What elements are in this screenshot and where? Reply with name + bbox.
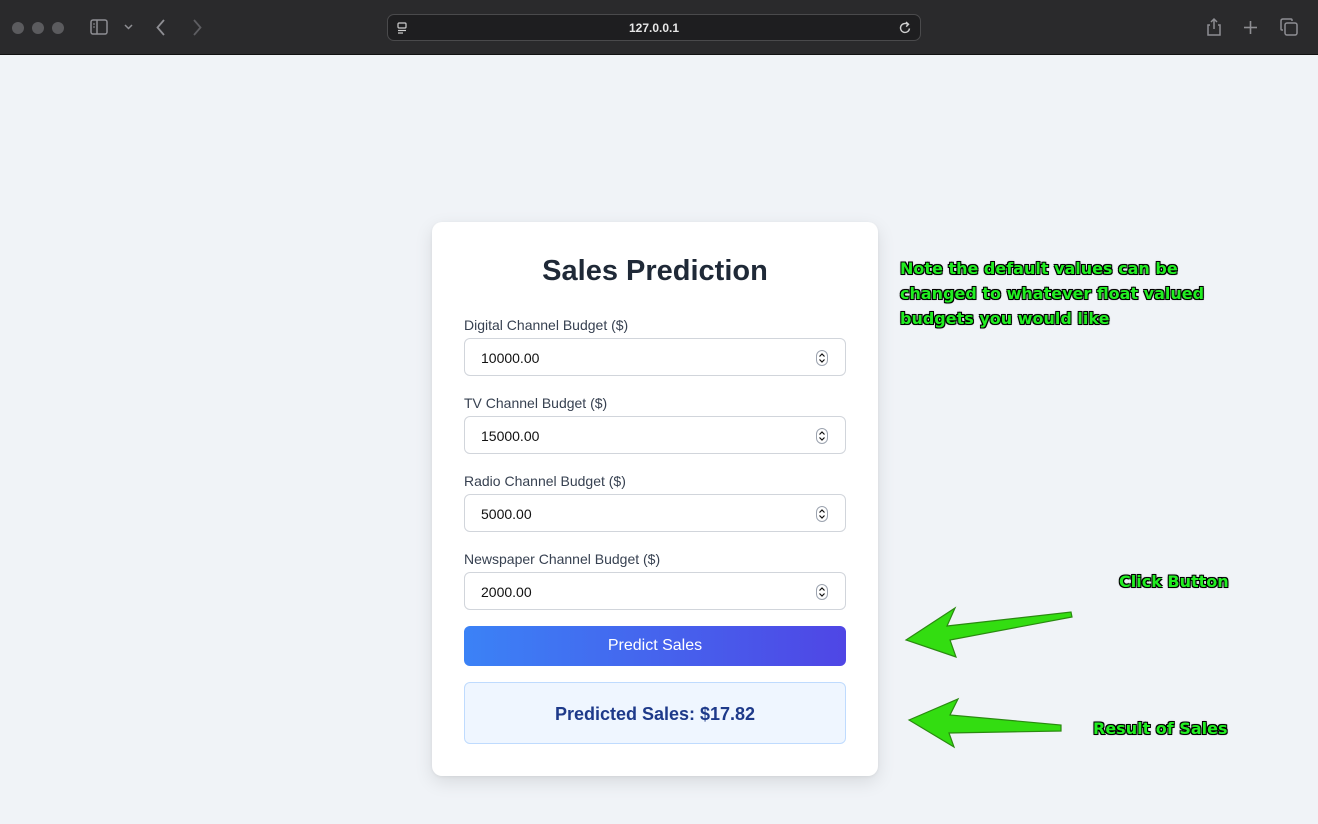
radio-budget-value: 5000.00 <box>481 506 532 522</box>
annotation-note-line: Note the default values can be <box>900 259 1178 278</box>
annotation-note: Note the default values can be changed t… <box>900 256 1204 331</box>
minimize-window-dot[interactable] <box>32 22 44 34</box>
number-stepper-icon[interactable] <box>816 506 828 522</box>
page-title: Sales Prediction <box>542 255 768 287</box>
radio-budget-label: Radio Channel Budget ($) <box>464 473 626 489</box>
annotation-note-line: budgets you would like <box>900 309 1110 328</box>
address-bar[interactable]: 127.0.0.1 <box>387 14 921 41</box>
address-url: 127.0.0.1 <box>628 21 680 35</box>
sidebar-icon[interactable] <box>90 19 108 35</box>
radio-budget-input[interactable]: 5000.00 <box>464 494 846 532</box>
arrow-to-result-icon <box>907 697 1062 749</box>
annotation-result-of-sales: Result of Sales <box>1093 719 1228 738</box>
digital-budget-label: Digital Channel Budget ($) <box>464 317 629 333</box>
tv-budget-label: TV Channel Budget ($) <box>464 395 608 411</box>
newspaper-budget-input[interactable]: 2000.00 <box>464 572 846 610</box>
chevron-down-icon[interactable] <box>124 24 133 30</box>
forward-icon[interactable] <box>192 19 202 36</box>
tv-budget-value: 15000.00 <box>481 428 540 444</box>
digital-budget-input[interactable]: 10000.00 <box>464 338 846 376</box>
digital-budget-value: 10000.00 <box>481 350 540 366</box>
new-tab-icon[interactable] <box>1243 20 1258 35</box>
prediction-result-box: Predicted Sales: $17.82 <box>464 682 846 744</box>
newspaper-budget-value: 2000.00 <box>481 584 532 600</box>
number-stepper-icon[interactable] <box>816 584 828 600</box>
predict-sales-button[interactable]: Predict Sales <box>464 626 846 666</box>
tabs-overview-icon[interactable] <box>1280 18 1298 36</box>
back-icon[interactable] <box>156 19 166 36</box>
number-stepper-icon[interactable] <box>816 428 828 444</box>
arrow-to-button-icon <box>904 606 1073 658</box>
zoom-window-dot[interactable] <box>52 22 64 34</box>
annotation-click-button: Click Button <box>1119 572 1229 591</box>
share-icon[interactable] <box>1206 17 1222 37</box>
annotation-note-line: changed to whatever float valued <box>900 284 1205 303</box>
sales-prediction-card: Sales Prediction Digital Channel Budget … <box>432 222 878 776</box>
close-window-dot[interactable] <box>12 22 24 34</box>
reload-icon[interactable] <box>899 21 912 35</box>
newspaper-budget-label: Newspaper Channel Budget ($) <box>464 551 661 567</box>
browser-toolbar: 127.0.0.1 <box>0 0 1318 55</box>
prediction-result-text: Predicted Sales: $17.82 <box>554 704 756 724</box>
tv-budget-input[interactable]: 15000.00 <box>464 416 846 454</box>
number-stepper-icon[interactable] <box>816 350 828 366</box>
